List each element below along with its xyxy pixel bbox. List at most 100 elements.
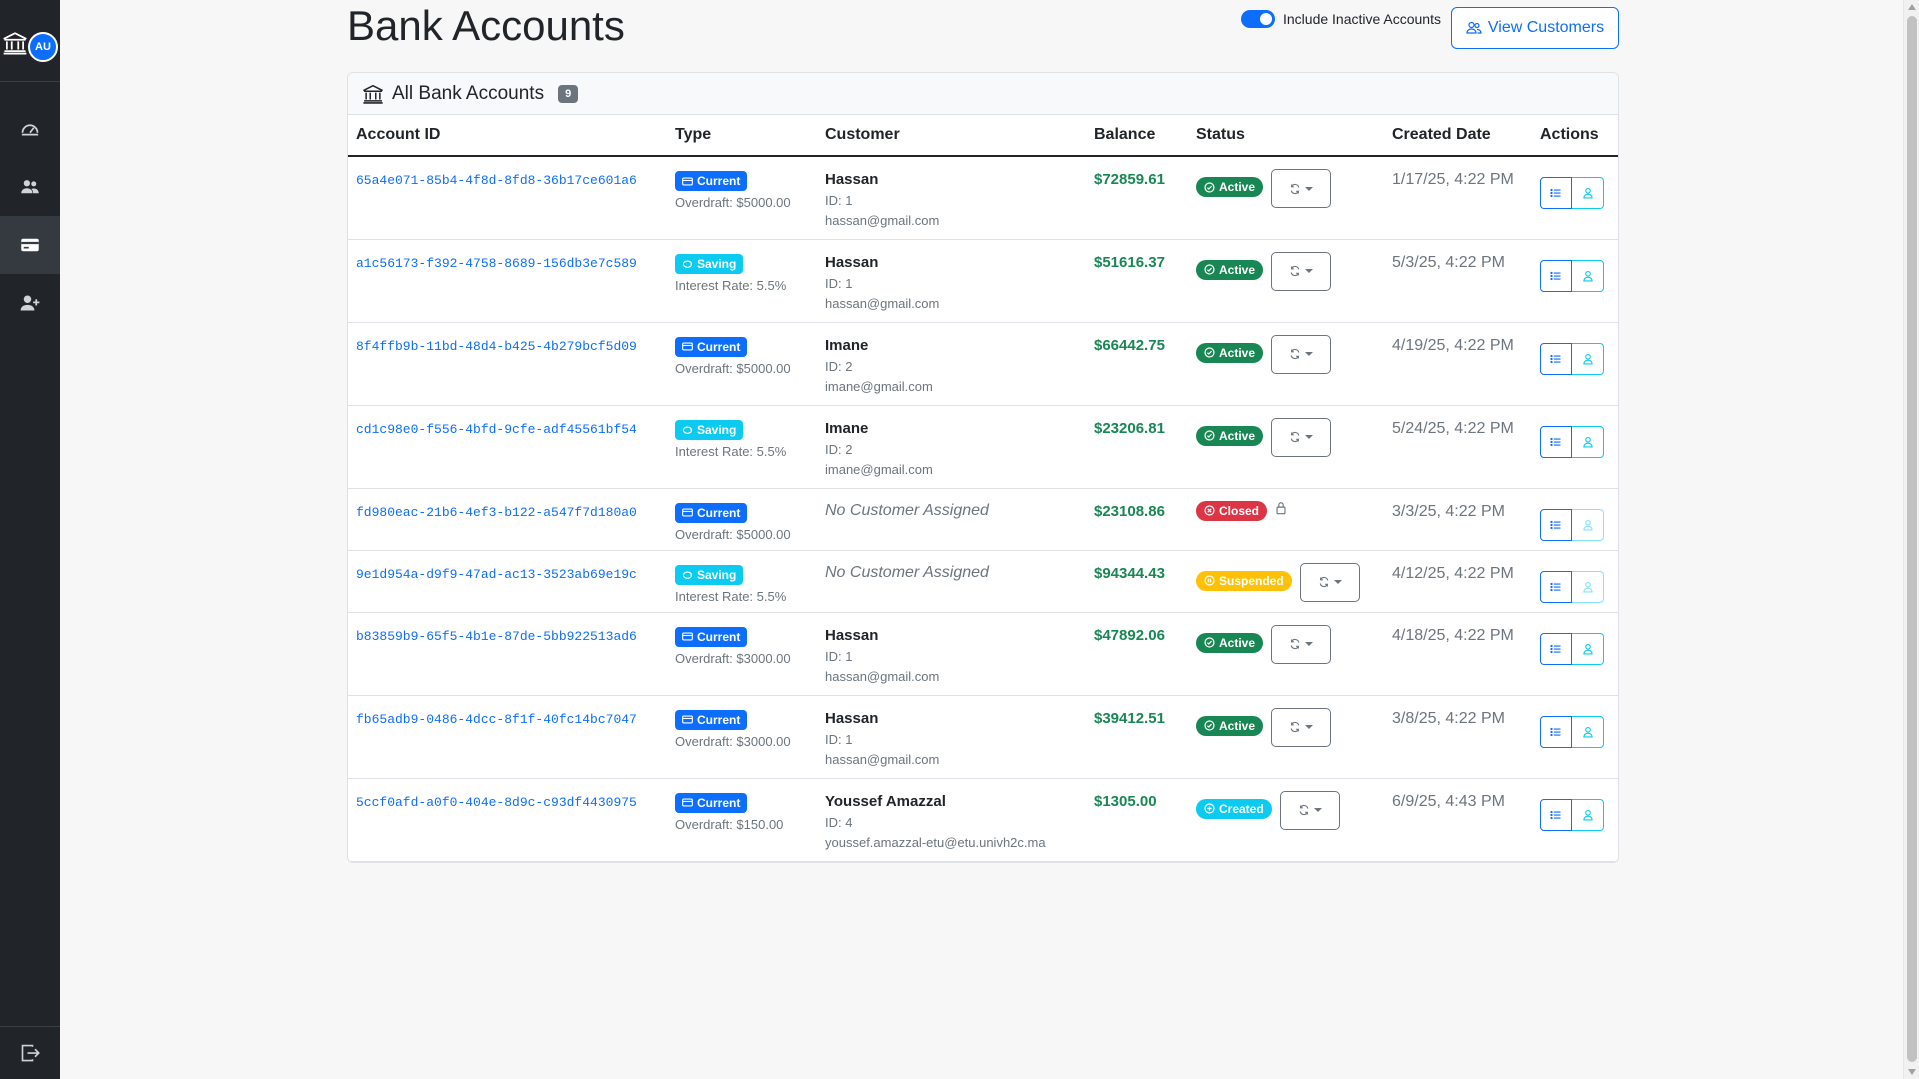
sidebar-item-customers[interactable]: [0, 158, 60, 216]
view-operations-button[interactable]: [1540, 177, 1572, 209]
credit-card-icon: [20, 235, 40, 255]
account-id-link[interactable]: cd1c98e0-f556-4bfd-9cfe-adf45561bf54: [356, 422, 637, 437]
account-id-link[interactable]: b83859b9-65f5-4b1e-87de-5bb922513ad6: [356, 629, 637, 644]
avatar[interactable]: AU: [28, 32, 58, 62]
status-change-dropdown[interactable]: [1271, 334, 1332, 374]
account-type-detail: Overdraft: $3000.00: [675, 650, 791, 666]
view-customer-button[interactable]: [1572, 177, 1604, 209]
view-operations-button[interactable]: [1540, 798, 1572, 831]
include-inactive-toggle[interactable]: Include Inactive Accounts: [1241, 10, 1441, 28]
list-icon: [1550, 581, 1562, 593]
status-label: Active: [1219, 635, 1256, 650]
view-customer-button[interactable]: [1572, 342, 1604, 375]
customer-email: imane@gmail.com: [825, 461, 933, 477]
status-label: Active: [1219, 262, 1256, 277]
customer-name: Youssef Amazzal: [825, 792, 946, 810]
status-badge: Active: [1196, 715, 1264, 736]
view-operations-button[interactable]: [1540, 342, 1572, 375]
sidebar-item-accounts[interactable]: [0, 216, 60, 274]
status-change-dropdown[interactable]: [1279, 790, 1340, 830]
sidebar-brand: AU: [0, 0, 60, 82]
toggle-switch[interactable]: [1241, 10, 1275, 28]
list-icon: [1550, 643, 1562, 655]
scroll-up-arrow[interactable]: [1908, 4, 1916, 10]
account-type-detail: Overdraft: $5000.00: [675, 360, 791, 376]
view-customer-button[interactable]: [1572, 570, 1604, 603]
vertical-scrollbar[interactable]: [1903, 0, 1919, 1079]
sidebar: AU: [0, 0, 60, 1079]
person-plus-icon: [20, 293, 40, 313]
status-change-dropdown[interactable]: [1271, 169, 1332, 208]
account-type-detail: Overdraft: $3000.00: [675, 733, 791, 749]
pause-circle-icon: [1204, 575, 1215, 586]
balance-value: $1305.00: [1094, 792, 1157, 810]
status-badge: Active: [1196, 259, 1264, 280]
account-type-label: Saving: [697, 422, 737, 437]
view-operations-button[interactable]: [1540, 632, 1572, 665]
status-change-dropdown[interactable]: [1271, 251, 1332, 291]
view-customer-button[interactable]: [1572, 632, 1604, 665]
no-customer-text: No Customer Assigned: [825, 501, 989, 519]
table-row: cd1c98e0-f556-4bfd-9cfe-adf45561bf54 Savi…: [348, 405, 1618, 489]
status-badge: Closed: [1196, 500, 1268, 521]
logout-button[interactable]: [0, 1026, 60, 1079]
customer-email: imane@gmail.com: [825, 378, 933, 394]
scroll-down-arrow[interactable]: [1908, 1069, 1916, 1075]
account-type-badge: Current: [675, 709, 748, 730]
account-id-link[interactable]: a1c56173-f392-4758-8689-156db3e7c589: [356, 256, 637, 271]
account-id-link[interactable]: 5ccf0afd-a0f0-404e-8d9c-c93df4430975: [356, 795, 637, 810]
status-badge: Active: [1196, 177, 1264, 197]
account-type-detail: Overdraft: $5000.00: [675, 526, 791, 542]
table-header-row: Account ID Type Customer Balance Status …: [348, 115, 1618, 157]
customer-id: ID: 1: [825, 731, 853, 747]
status-label: Active: [1219, 718, 1256, 733]
accounts-table: Account ID Type Customer Balance Status …: [348, 115, 1618, 862]
status-change-dropdown[interactable]: [1271, 624, 1332, 664]
sidebar-item-add-customer[interactable]: [0, 274, 60, 332]
arrow-repeat-icon: [1289, 183, 1301, 195]
account-type-badge: Current: [675, 626, 748, 647]
scroll-thumb[interactable]: [1907, 16, 1917, 1062]
column-header: Balance: [1086, 115, 1188, 157]
account-type-label: Current: [697, 339, 741, 354]
status-label: Suspended: [1219, 573, 1284, 588]
speedometer-icon: [20, 119, 40, 139]
customer-email: hassan@gmail.com: [825, 295, 940, 311]
view-customer-button[interactable]: [1572, 798, 1604, 831]
status-change-dropdown[interactable]: [1271, 707, 1332, 747]
view-customers-button[interactable]: View Customers: [1451, 7, 1619, 49]
view-operations-button[interactable]: [1540, 715, 1572, 748]
account-id-link[interactable]: fd980eac-21b6-4ef3-b122-a547f7d180a0: [356, 505, 637, 520]
account-id-link[interactable]: 8f4ffb9b-11bd-48d4-b425-4b279bcf5d09: [356, 339, 637, 354]
arrow-repeat-icon: [1298, 804, 1310, 816]
created-date: 5/3/25, 4:22 PM: [1392, 253, 1505, 271]
account-id-link[interactable]: 9e1d954a-d9f9-47ad-ac13-3523ab69e19c: [356, 567, 637, 582]
account-id-link[interactable]: 65a4e071-85b4-4f8d-8fd8-36b17ce601a6: [356, 173, 637, 188]
view-customer-button[interactable]: [1572, 259, 1604, 292]
person-icon: [1582, 809, 1594, 821]
view-operations-button[interactable]: [1540, 508, 1572, 541]
created-date: 3/3/25, 4:22 PM: [1392, 502, 1505, 520]
view-operations-button[interactable]: [1540, 425, 1572, 458]
view-customer-button[interactable]: [1572, 508, 1604, 541]
caret-down-icon: [1305, 269, 1314, 273]
account-type-label: Current: [697, 795, 741, 810]
view-customer-button[interactable]: [1572, 425, 1604, 458]
card-header: All Bank Accounts 9: [348, 73, 1618, 115]
status-change-dropdown[interactable]: [1271, 417, 1332, 457]
caret-down-icon: [1305, 352, 1314, 356]
sidebar-item-dashboard[interactable]: [0, 100, 60, 158]
people-icon: [1466, 20, 1482, 36]
balance-value: $39412.51: [1094, 709, 1165, 727]
accounts-card: All Bank Accounts 9 Account ID Type Cust…: [347, 72, 1619, 863]
status-label: Active: [1219, 180, 1256, 194]
status-change-dropdown[interactable]: [1299, 562, 1360, 602]
table-row: a1c56173-f392-4758-8689-156db3e7c589 Savi…: [348, 239, 1618, 323]
view-operations-button[interactable]: [1540, 570, 1572, 603]
no-customer-text: No Customer Assigned: [825, 563, 989, 581]
column-header: Account ID: [348, 115, 667, 157]
view-customer-button[interactable]: [1572, 715, 1604, 748]
view-operations-button[interactable]: [1540, 259, 1572, 292]
toggle-label: Include Inactive Accounts: [1283, 11, 1441, 27]
account-id-link[interactable]: fb65adb9-0486-4dcc-8f1f-40fc14bc7047: [356, 712, 637, 727]
